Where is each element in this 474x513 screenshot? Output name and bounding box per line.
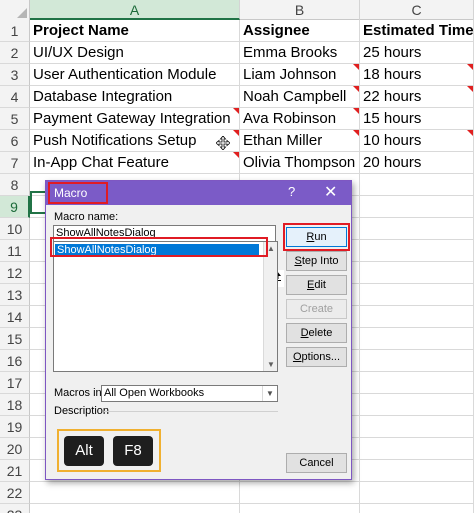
scroll-down-icon[interactable]: ▼ <box>267 360 275 369</box>
run-highlight-box <box>283 223 350 251</box>
empty-cell[interactable] <box>360 196 474 218</box>
table-cell[interactable]: Olivia Thompson <box>240 152 360 174</box>
row-header-8[interactable]: 8 <box>0 174 30 196</box>
row-header-19[interactable]: 19 <box>0 416 30 438</box>
empty-cell[interactable] <box>360 482 474 504</box>
shortcut-keys-box: Alt F8 <box>57 429 161 472</box>
empty-cell[interactable] <box>360 372 474 394</box>
empty-cell[interactable] <box>360 394 474 416</box>
column-header-b[interactable]: B <box>240 0 360 20</box>
row-header-17[interactable]: 17 <box>0 372 30 394</box>
row-header-21[interactable]: 21 <box>0 460 30 482</box>
description-label: Description <box>54 405 110 417</box>
row-header-2[interactable]: 2 <box>0 42 30 64</box>
row-header-6[interactable]: 6 <box>0 130 30 152</box>
move-cursor-icon <box>216 136 230 150</box>
alt-key: Alt <box>64 436 104 466</box>
row-header-22[interactable]: 22 <box>0 482 30 504</box>
table-cell[interactable]: In-App Chat Feature <box>30 152 240 174</box>
table-cell[interactable]: Push Notifications Setup <box>30 130 240 152</box>
row-header-12[interactable]: 12 <box>0 262 30 284</box>
row-header-11[interactable]: 11 <box>0 240 30 262</box>
table-cell[interactable]: Ethan Miller <box>240 130 360 152</box>
empty-cell[interactable] <box>30 482 240 504</box>
header-cell[interactable]: Estimated Time <box>360 20 474 42</box>
table-cell[interactable]: 25 hours <box>360 42 474 64</box>
empty-cell[interactable] <box>360 328 474 350</box>
empty-cell[interactable] <box>240 482 360 504</box>
empty-cell[interactable] <box>360 504 474 513</box>
macro-name-label: Macro name: <box>54 211 119 223</box>
empty-cell[interactable] <box>360 284 474 306</box>
empty-cell[interactable] <box>360 218 474 240</box>
table-cell[interactable]: UI/UX Design <box>30 42 240 64</box>
empty-cell[interactable] <box>360 350 474 372</box>
table-cell[interactable]: 18 hours <box>360 64 474 86</box>
column-header-c[interactable]: C <box>360 0 474 20</box>
row-header-5[interactable]: 5 <box>0 108 30 130</box>
empty-cell[interactable] <box>360 416 474 438</box>
header-cell[interactable]: Project Name <box>30 20 240 42</box>
table-cell[interactable]: Liam Johnson <box>240 64 360 86</box>
row-header-3[interactable]: 3 <box>0 64 30 86</box>
list-scrollbar[interactable]: ▲ ▼ <box>263 242 277 371</box>
macros-in-value: All Open Workbooks <box>104 387 205 399</box>
row-header-7[interactable]: 7 <box>0 152 30 174</box>
table-cell[interactable]: Emma Brooks <box>240 42 360 64</box>
header-cell[interactable]: Assignee <box>240 20 360 42</box>
table-cell[interactable]: Ava Robinson <box>240 108 360 130</box>
table-cell[interactable]: 15 hours <box>360 108 474 130</box>
help-button[interactable]: ? <box>288 184 295 199</box>
table-cell[interactable]: Payment Gateway Integration <box>30 108 240 130</box>
chevron-down-icon[interactable]: ▼ <box>262 386 277 401</box>
title-highlight-box <box>48 182 108 204</box>
delete-button[interactable]: Delete <box>286 323 347 343</box>
row-header-23[interactable]: 23 <box>0 504 30 513</box>
empty-cell[interactable] <box>360 438 474 460</box>
edit-button[interactable]: Edit <box>286 275 347 295</box>
row-header-9[interactable]: 9 <box>0 196 30 218</box>
macros-in-label: Macros in: <box>54 387 105 399</box>
column-header-a[interactable]: A <box>30 0 240 20</box>
row-header-13[interactable]: 13 <box>0 284 30 306</box>
empty-cell[interactable] <box>360 174 474 196</box>
empty-cell[interactable] <box>360 306 474 328</box>
empty-cell[interactable] <box>360 240 474 262</box>
close-button[interactable]: ✕ <box>324 182 337 202</box>
empty-cell[interactable] <box>360 262 474 284</box>
empty-cell[interactable] <box>30 504 240 513</box>
table-cell[interactable]: User Authentication Module <box>30 64 240 86</box>
select-all-corner[interactable] <box>0 0 30 20</box>
options-button[interactable]: Options... <box>286 347 347 367</box>
row-header-14[interactable]: 14 <box>0 306 30 328</box>
macro-list[interactable]: ShowAllNotesDialog ▲ ▼ <box>53 241 278 372</box>
description-divider <box>104 411 278 412</box>
f8-key: F8 <box>113 436 153 466</box>
table-cell[interactable]: 10 hours <box>360 130 474 152</box>
empty-cell[interactable] <box>240 504 360 513</box>
table-cell[interactable]: 22 hours <box>360 86 474 108</box>
create-button[interactable]: Create <box>286 299 347 319</box>
macros-in-select[interactable]: All Open Workbooks ▼ <box>101 385 278 402</box>
cancel-button[interactable]: Cancel <box>286 453 347 473</box>
row-header-16[interactable]: 16 <box>0 350 30 372</box>
row-header-4[interactable]: 4 <box>0 86 30 108</box>
row-header-15[interactable]: 15 <box>0 328 30 350</box>
table-cell[interactable]: Database Integration <box>30 86 240 108</box>
row-header-20[interactable]: 20 <box>0 438 30 460</box>
step-into-button[interactable]: Step Into <box>286 251 347 271</box>
table-cell[interactable]: 20 hours <box>360 152 474 174</box>
row-header-1[interactable]: 1 <box>0 20 30 42</box>
dialog-titlebar[interactable]: Macro ? ✕ <box>46 181 351 205</box>
scroll-up-icon[interactable]: ▲ <box>267 244 275 253</box>
row-header-18[interactable]: 18 <box>0 394 30 416</box>
row-header-10[interactable]: 10 <box>0 218 30 240</box>
table-cell[interactable]: Noah Campbell <box>240 86 360 108</box>
list-item-highlight-box <box>50 237 268 257</box>
column-header-row: A B C <box>0 0 474 20</box>
macro-dialog: Macro ? ✕ Macro name: ShowAllNotesDialog… <box>45 180 352 480</box>
empty-cell[interactable] <box>360 460 474 482</box>
